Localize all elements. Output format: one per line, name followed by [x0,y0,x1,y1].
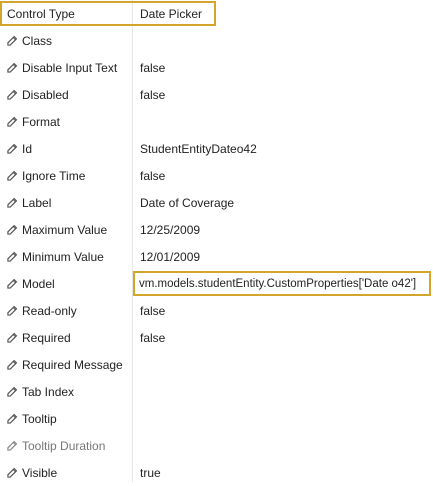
edit-icon[interactable] [7,278,18,289]
property-name-format: Format [22,114,61,129]
property-value-ignore-time[interactable]: false [140,162,165,189]
property-value-model[interactable]: vm.models.studentEntity.CustomProperties… [139,270,416,297]
edit-icon[interactable] [7,35,18,46]
property-name-tooltip: Tooltip [22,411,57,426]
property-value-minimum-value[interactable]: 12/01/2009 [140,243,200,270]
property-row-class[interactable]: Class [0,27,433,54]
edit-icon[interactable] [7,170,18,181]
property-value-disabled[interactable]: false [140,81,165,108]
edit-icon[interactable] [7,440,18,451]
property-row-required[interactable]: Required false [0,324,433,351]
edit-icon[interactable] [7,386,18,397]
property-row-minimum-value[interactable]: Minimum Value 12/01/2009 [0,243,433,270]
edit-icon[interactable] [7,359,18,370]
property-value-required[interactable]: false [140,324,165,351]
property-grid: Control Type Date Picker Class Disable I… [0,0,433,482]
property-name-label: Label [22,195,52,210]
property-row-tooltip[interactable]: Tooltip [0,405,433,432]
property-row-maximum-value[interactable]: Maximum Value 12/25/2009 [0,216,433,243]
property-name-disable-input-text: Disable Input Text [22,60,118,75]
property-value-control-type: Date Picker [140,6,203,21]
property-row-tooltip-duration[interactable]: Tooltip Duration [0,432,433,459]
edit-icon[interactable] [7,332,18,343]
property-value-id[interactable]: StudentEntityDateo42 [140,135,257,162]
edit-icon[interactable] [7,89,18,100]
property-name-maximum-value: Maximum Value [22,222,108,237]
property-row-ignore-time[interactable]: Ignore Time false [0,162,433,189]
property-row-read-only[interactable]: Read-only false [0,297,433,324]
property-name-id: Id [22,141,33,156]
property-name-tooltip-duration: Tooltip Duration [22,438,106,453]
property-value-label[interactable]: Date of Coverage [140,189,234,216]
property-row-disabled[interactable]: Disabled false [0,81,433,108]
property-name-class: Class [22,33,53,48]
property-row-id[interactable]: Id StudentEntityDateo42 [0,135,433,162]
edit-icon[interactable] [7,413,18,424]
property-row-tab-index[interactable]: Tab Index [0,378,433,405]
edit-icon[interactable] [7,251,18,262]
property-name-required-message: Required Message [22,357,123,372]
property-value-maximum-value[interactable]: 12/25/2009 [140,216,200,243]
edit-icon[interactable] [7,143,18,154]
property-row-disable-input-text[interactable]: Disable Input Text false [0,54,433,81]
edit-icon[interactable] [7,224,18,235]
edit-icon[interactable] [7,305,18,316]
property-name-read-only: Read-only [22,303,77,318]
property-name-model: Model [22,276,55,291]
property-name-tab-index: Tab Index [22,384,75,399]
property-value-disable-input-text[interactable]: false [140,54,165,81]
property-row-label[interactable]: Label Date of Coverage [0,189,433,216]
edit-icon[interactable] [7,197,18,208]
property-value-read-only[interactable]: false [140,297,165,324]
property-row-model[interactable]: Model vm.models.studentEntity.CustomProp… [0,270,433,297]
property-row-control-type: Control Type Date Picker [0,0,433,27]
edit-icon[interactable] [7,467,18,478]
edit-icon[interactable] [7,116,18,127]
edit-icon[interactable] [7,62,18,73]
property-name-required: Required [22,330,71,345]
property-row-required-message[interactable]: Required Message [0,351,433,378]
property-name-minimum-value: Minimum Value [22,249,104,264]
property-name-ignore-time: Ignore Time [22,168,86,183]
property-name-disabled: Disabled [22,87,69,102]
property-name-control-type: Control Type [7,6,75,21]
property-row-format[interactable]: Format [0,108,433,135]
property-name-visible: Visible [22,465,58,480]
